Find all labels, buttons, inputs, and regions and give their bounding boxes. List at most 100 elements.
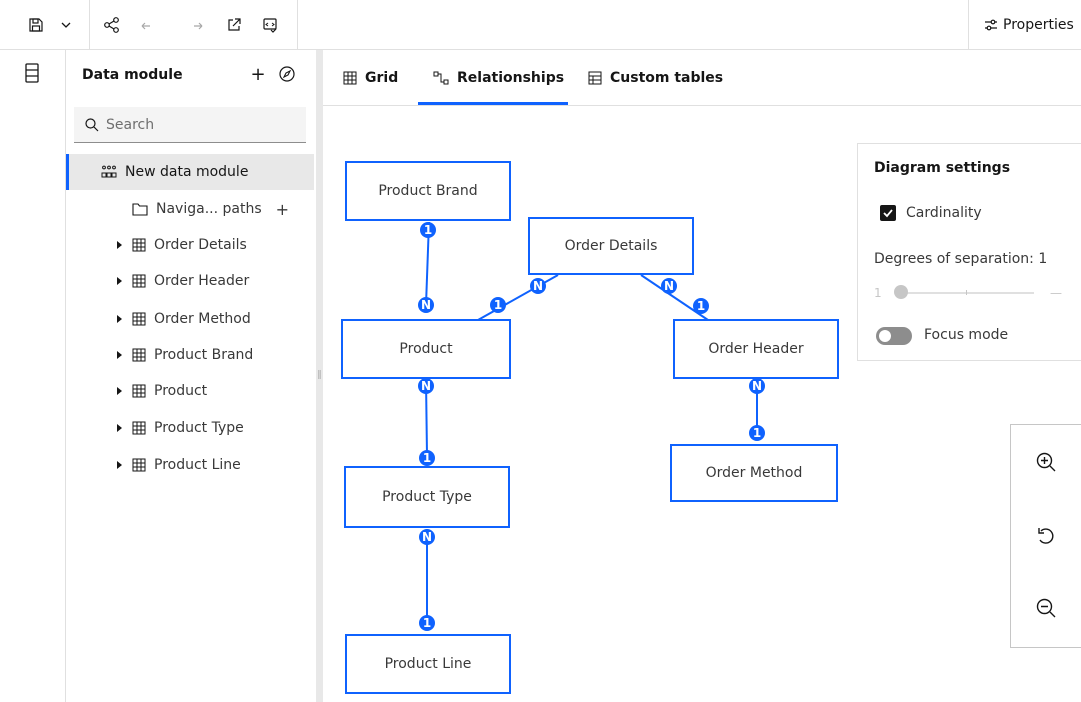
search-box — [74, 107, 306, 143]
search-input[interactable] — [106, 116, 286, 133]
tree-item-product-line[interactable]: Product Line — [66, 450, 314, 480]
cardinality-label: N — [533, 279, 543, 293]
node-product-line[interactable]: Product Line — [345, 634, 511, 694]
zoom-in-button[interactable] — [1035, 451, 1059, 475]
caret-right-icon[interactable] — [114, 314, 124, 324]
cardinality-many-marker: N — [661, 278, 677, 294]
reset-icon — [1038, 528, 1054, 544]
table-icon — [132, 458, 146, 472]
folder-icon — [132, 203, 148, 216]
cardinality-one-marker: 1 — [419, 615, 435, 631]
caret-right-icon[interactable] — [114, 276, 124, 286]
cardinality-checkbox[interactable] — [880, 205, 896, 221]
validate-button[interactable] — [258, 13, 282, 37]
slider-tick — [966, 290, 967, 295]
tree-item-order-header[interactable]: Order Header — [66, 266, 314, 296]
active-tab-indicator — [418, 102, 568, 105]
caret-right-icon[interactable] — [114, 240, 124, 250]
tree-item-product[interactable]: Product — [66, 376, 314, 406]
node-label: Product Line — [384, 656, 472, 672]
cardinality-label: Cardinality — [906, 205, 982, 221]
node-order-method[interactable]: Order Method — [670, 444, 838, 502]
cardinality-label: N — [421, 379, 431, 393]
focus-mode-label: Focus mode — [924, 327, 1009, 343]
cardinality-label: 1 — [424, 223, 432, 237]
custom-table-icon — [588, 71, 602, 85]
node-product[interactable]: Product — [341, 319, 511, 379]
tree-item-label: Order Method — [154, 311, 251, 327]
table-icon — [132, 274, 146, 288]
tree-item-label: Product Type — [154, 420, 244, 436]
node-order-details[interactable]: Order Details — [528, 217, 694, 275]
launch-button[interactable] — [222, 13, 246, 37]
undo-icon — [141, 22, 150, 30]
relink-button[interactable] — [278, 65, 298, 85]
tree-item-label: Product Brand — [154, 347, 254, 363]
tree-item-label: Product — [154, 383, 208, 399]
tree-item-navigation-paths[interactable]: Naviga... paths + — [132, 194, 289, 224]
top-toolbar: Properties — [0, 0, 1081, 50]
properties-button[interactable]: Properties — [968, 0, 1081, 50]
save-button[interactable] — [24, 13, 48, 37]
search-icon — [85, 117, 99, 131]
cardinality-one-marker: 1 — [420, 222, 436, 238]
cardinality-label: 1 — [494, 298, 502, 312]
tree-item-label: Product Line — [154, 457, 241, 473]
properties-label: Properties — [1003, 17, 1074, 33]
zoom-controls — [1010, 424, 1081, 648]
tree-item-product-brand[interactable]: Product Brand — [66, 340, 314, 370]
zoom-out-button[interactable] — [1035, 597, 1059, 621]
grid-icon — [343, 71, 357, 85]
reset-view-button[interactable] — [1035, 525, 1059, 549]
link-details-product[interactable] — [477, 274, 559, 321]
table-icon — [132, 312, 146, 326]
cardinality-many-marker: N — [530, 278, 546, 294]
cardinality-label: 1 — [423, 616, 431, 630]
resize-grip-icon[interactable]: ‖ — [316, 370, 323, 382]
share-button[interactable] — [100, 13, 124, 37]
tab-custom-tables[interactable]: Custom tables — [588, 50, 723, 106]
tab-relationships[interactable]: Relationships — [433, 50, 564, 106]
cardinality-label: N — [664, 279, 674, 293]
cardinality-many-marker: N — [419, 529, 435, 545]
tree-item-order-details[interactable]: Order Details — [66, 230, 314, 260]
settings-title: Diagram settings — [874, 160, 1011, 176]
caret-right-icon[interactable] — [114, 460, 124, 470]
node-label: Order Method — [705, 465, 803, 481]
panel-title: Data module — [82, 67, 183, 83]
node-label: Product — [399, 341, 453, 357]
caret-right-icon[interactable] — [114, 350, 124, 360]
add-source-button[interactable]: + — [248, 64, 268, 85]
tree-item-label: Order Details — [154, 237, 247, 253]
data-module-icon — [101, 165, 117, 178]
zoom-in-icon — [1036, 452, 1056, 472]
degrees-slider-thumb[interactable] — [894, 285, 908, 299]
tab-label: Grid — [365, 70, 399, 86]
tree-item-product-type[interactable]: Product Type — [66, 413, 314, 443]
node-product-type[interactable]: Product Type — [344, 466, 510, 528]
add-navigation-path-button[interactable]: + — [276, 200, 289, 219]
tree-root-new-data-module[interactable]: New data module — [66, 154, 314, 190]
node-order-header[interactable]: Order Header — [673, 319, 839, 379]
compass-icon — [279, 66, 295, 82]
tree-item-order-method[interactable]: Order Method — [66, 304, 314, 334]
focus-mode-toggle[interactable] — [876, 327, 912, 345]
tab-label: Relationships — [457, 70, 565, 86]
toggle-knob — [879, 330, 891, 342]
save-menu-button[interactable] — [54, 13, 78, 37]
data-sources-button[interactable] — [24, 63, 44, 83]
left-rail — [0, 50, 66, 702]
caret-right-icon[interactable] — [114, 386, 124, 396]
node-label: Order Details — [564, 238, 658, 254]
cardinality-label: N — [752, 379, 762, 393]
undo-button[interactable] — [134, 13, 158, 37]
cardinality-label: 1 — [753, 426, 761, 440]
redo-button[interactable] — [186, 13, 210, 37]
cardinality-label: 1 — [697, 299, 705, 313]
cardinality-many-marker: N — [749, 378, 765, 394]
caret-right-icon[interactable] — [114, 423, 124, 433]
node-product-brand[interactable]: Product Brand — [345, 161, 511, 221]
cardinality-one-marker: 1 — [490, 297, 506, 313]
node-label: Product Type — [382, 489, 472, 505]
tab-grid[interactable]: Grid — [343, 50, 398, 106]
